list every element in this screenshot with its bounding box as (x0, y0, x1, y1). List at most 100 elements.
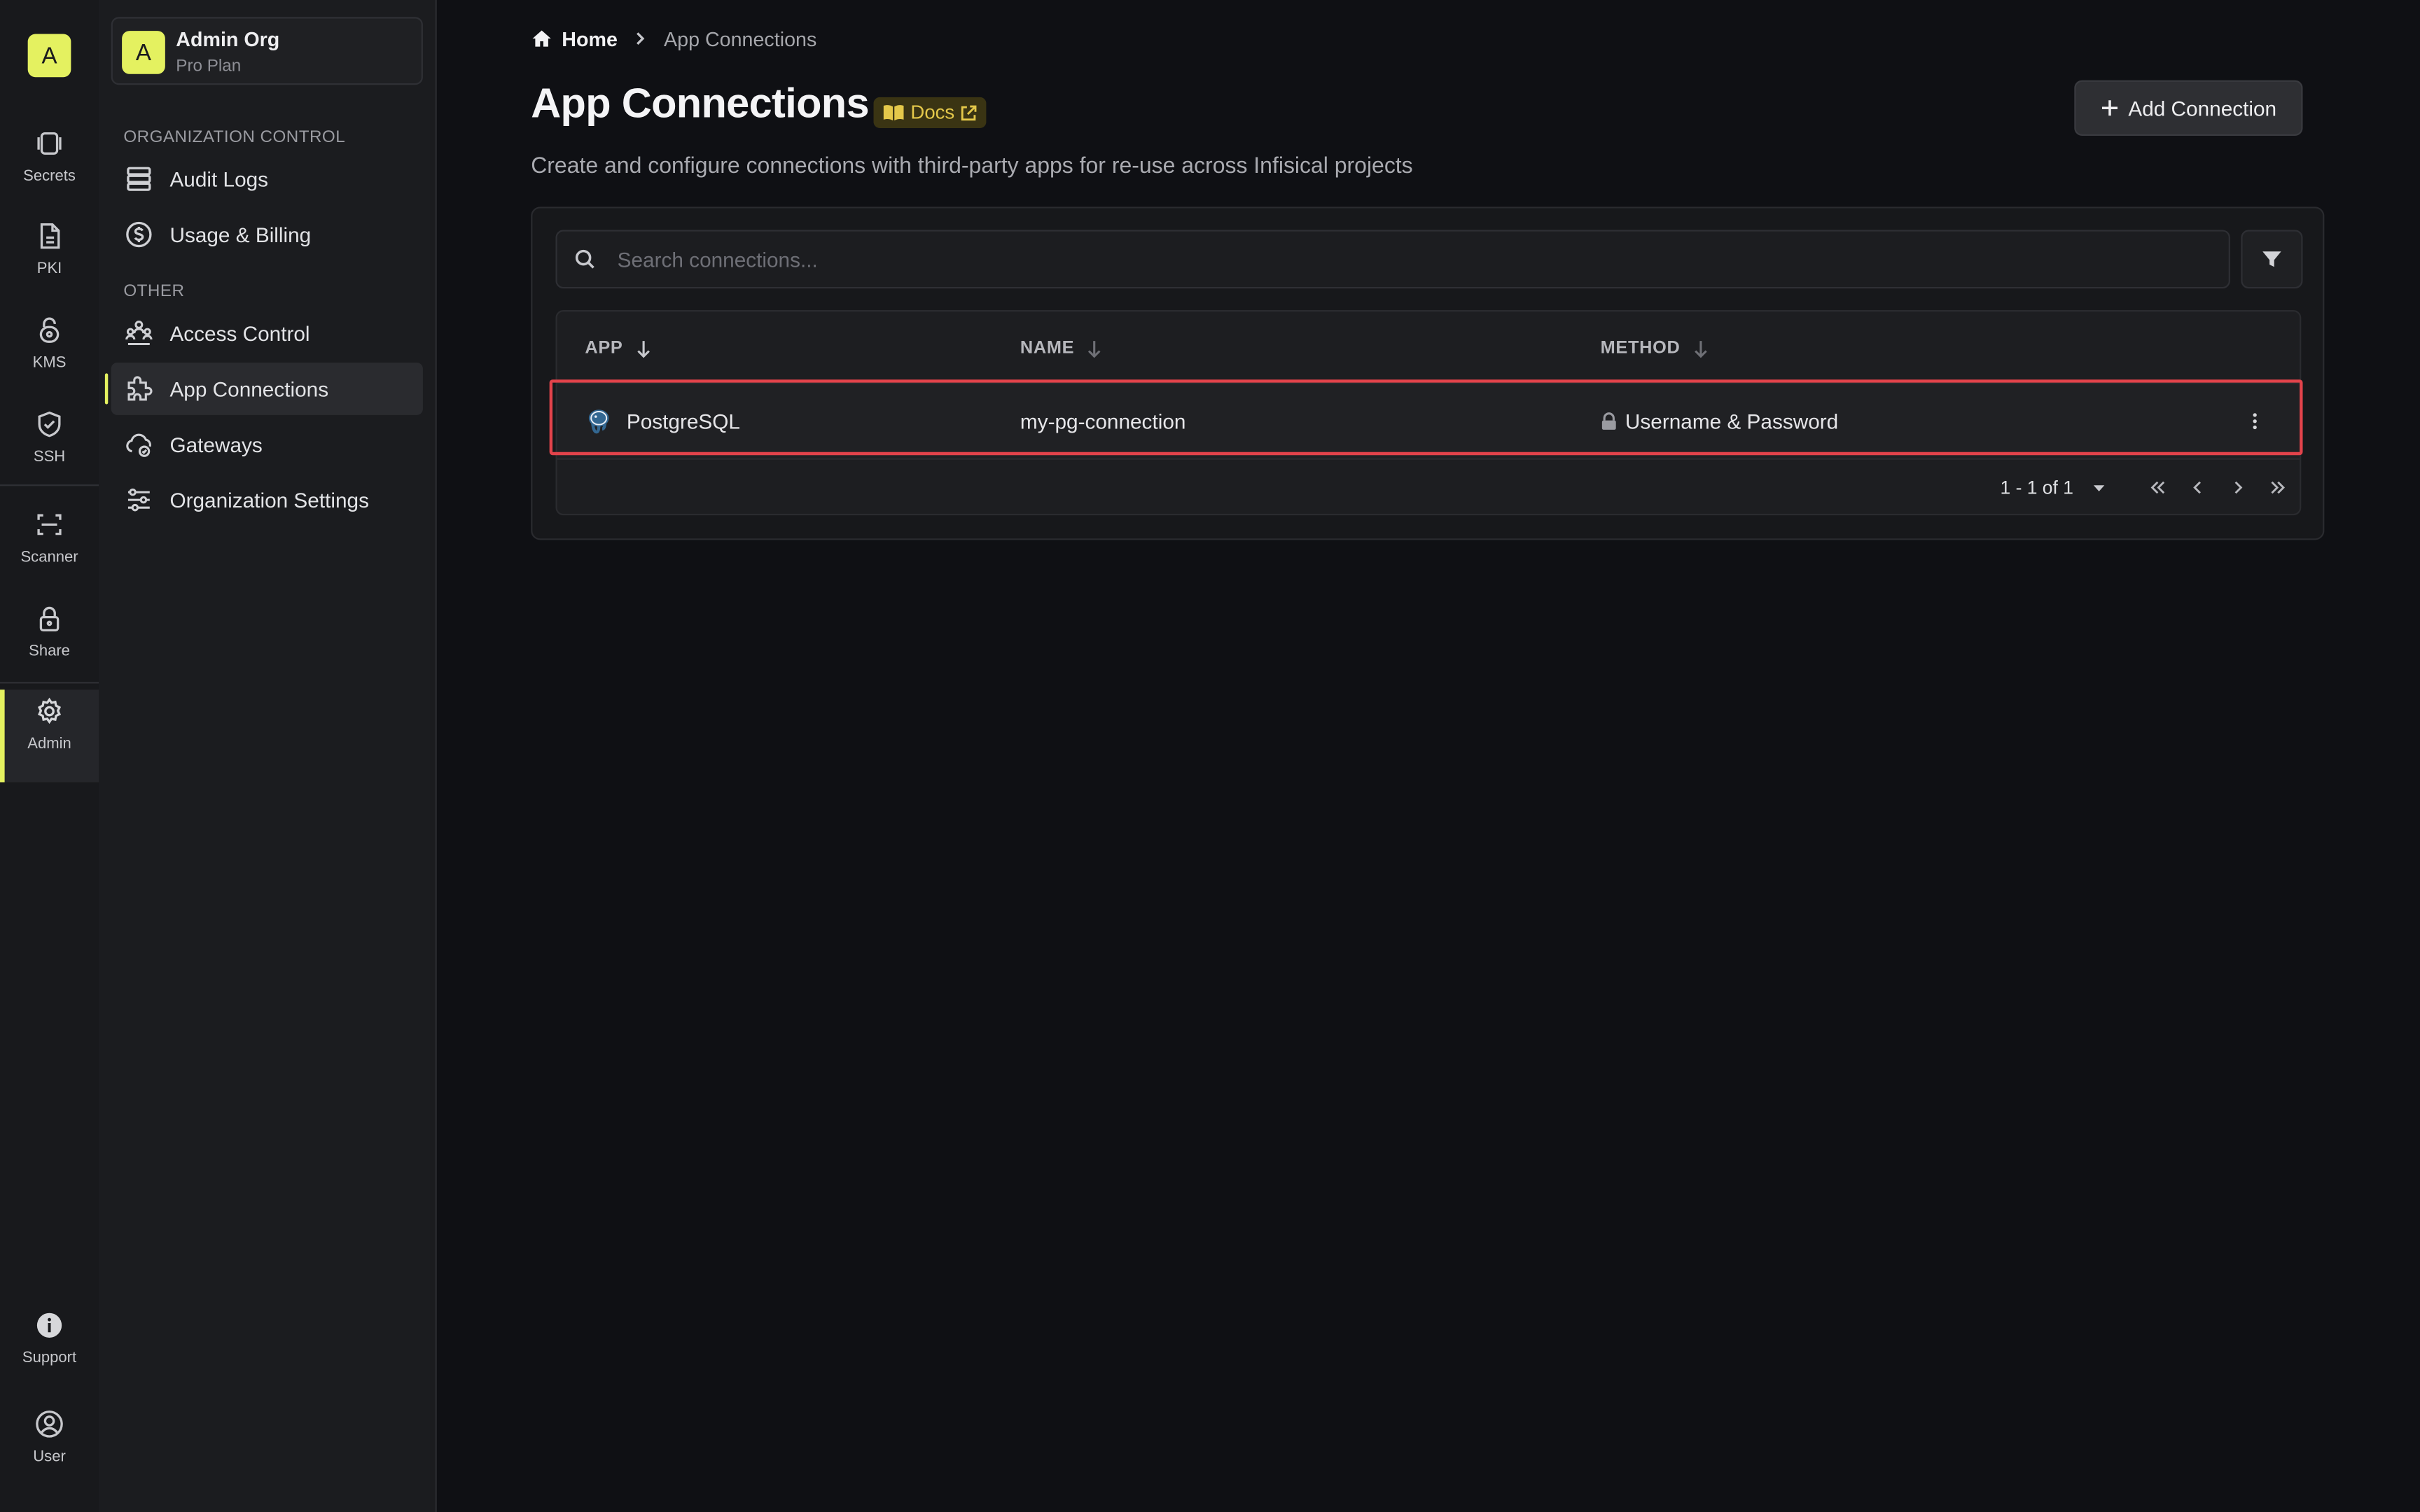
sidebar-item-organization-settings[interactable]: Organization Settings (111, 474, 423, 526)
rail-item-kms[interactable]: KMS (0, 309, 99, 401)
sidebar-label: Gateways (169, 433, 263, 456)
chevron-right-icon (633, 31, 648, 46)
column-header-method[interactable]: METHOD (1601, 340, 1708, 358)
rail-item-user[interactable]: User (0, 1403, 99, 1495)
cell-name: my-pg-connection (1020, 410, 1186, 433)
search-input[interactable] (614, 246, 2164, 273)
org-avatar: A (122, 31, 165, 74)
rail-item-share[interactable]: Share (0, 597, 99, 690)
sidebar-item-app-connections[interactable]: App Connections (104, 362, 423, 415)
sidebar-item-audit-logs[interactable]: Audit Logs (111, 153, 423, 205)
external-link-icon (961, 104, 978, 120)
sidebar-item-gateways[interactable]: Gateways (111, 418, 423, 470)
section-other: OTHER (123, 282, 185, 301)
secrets-icon (37, 132, 62, 155)
rail-item-support[interactable]: Support (0, 1303, 99, 1396)
connections-panel: APP NAME METHOD Postg (531, 206, 2325, 540)
rail-item-ssh[interactable]: SSH (0, 402, 99, 495)
scanner-icon (37, 514, 62, 536)
first-page-button[interactable] (2139, 472, 2178, 503)
cell-method: Username & Password (1601, 384, 1839, 458)
pki-icon (40, 223, 60, 249)
add-connection-button[interactable]: Add Connection (2074, 80, 2303, 136)
rail-item-secrets[interactable]: Secrets (0, 122, 99, 214)
sidebar-label: App Connections (169, 377, 329, 400)
sidebar-item-access-control[interactable]: Access Control (111, 307, 423, 360)
chevrons-right-icon (2272, 481, 2286, 494)
search-icon (575, 249, 594, 269)
share-icon (39, 606, 60, 632)
info-icon (36, 1312, 62, 1338)
user-circle-icon (36, 1410, 63, 1438)
table-row[interactable]: PostgreSQL my-pg-connection Username & P… (557, 382, 2300, 460)
previous-page-button[interactable] (2178, 472, 2218, 503)
sidebar-label: Audit Logs (169, 167, 269, 191)
rail-item-pki[interactable]: PKI (0, 214, 99, 307)
docs-label: Docs (910, 102, 955, 124)
postgresql-icon (588, 410, 609, 434)
plus-icon (2101, 100, 2118, 116)
caret-down-icon (2094, 485, 2106, 492)
org-switcher[interactable]: A Admin Org Pro Plan (111, 17, 423, 85)
column-header-name[interactable]: NAME (1020, 340, 1102, 358)
cell-app: PostgreSQL (585, 384, 740, 458)
rail-label-scanner: Scanner (20, 549, 78, 566)
column-header-label: APP (585, 339, 623, 358)
sidebar-label: Organization Settings (169, 488, 369, 512)
rail-label-secrets: Secrets (23, 168, 76, 186)
audit-logs-icon (127, 167, 151, 191)
arrow-down-icon (1694, 341, 1706, 358)
puzzle-icon (127, 376, 153, 401)
chevrons-left-icon (2151, 481, 2165, 494)
rail-label-kms: KMS (32, 354, 67, 372)
breadcrumb-home[interactable]: Home (531, 27, 618, 50)
kms-icon (39, 317, 60, 343)
rail-label-admin: Admin (27, 736, 71, 753)
column-header-label: METHOD (1600, 339, 1681, 358)
next-page-button[interactable] (2218, 472, 2258, 503)
rail-item-admin[interactable]: Admin (0, 690, 99, 783)
book-icon (883, 105, 904, 121)
access-control-icon (125, 321, 153, 346)
icon-rail: A Secrets PKI KMS SSH Scanner Share Admi… (0, 0, 101, 1512)
org-logo[interactable]: A (27, 34, 71, 78)
pagination: 1 - 1 of 1 (2001, 472, 2299, 503)
org-name: Admin Org (176, 27, 280, 51)
lock-icon (1601, 412, 1616, 430)
rail-label-ssh: SSH (33, 449, 66, 466)
rail-label-pki: PKI (36, 260, 62, 278)
filter-button[interactable] (2241, 230, 2303, 289)
filter-icon (2262, 251, 2281, 267)
rail-label-share: Share (29, 643, 70, 661)
chevron-right-icon (2235, 481, 2244, 494)
page-size-select[interactable]: 1 - 1 of 1 (2001, 477, 2108, 498)
org-plan: Pro Plan (176, 57, 242, 76)
breadcrumb-home-label: Home (562, 27, 618, 50)
sliders-icon (127, 488, 150, 512)
home-icon (532, 30, 551, 47)
app-name: PostgreSQL (626, 410, 740, 433)
connections-table: APP NAME METHOD PostgreSQL my-pg-connect… (555, 310, 2302, 516)
arrow-down-icon (1088, 341, 1101, 358)
breadcrumb: Home App Connections (531, 23, 816, 54)
ssh-icon (38, 411, 61, 438)
admin-sidebar: A Admin Org Pro Plan ORGANIZATION CONTRO… (99, 0, 437, 1512)
pagination-range: 1 - 1 of 1 (2000, 477, 2073, 498)
sidebar-label: Access Control (169, 321, 310, 345)
gear-icon (38, 697, 62, 724)
rail-item-scanner[interactable]: Scanner (0, 503, 99, 596)
column-header-app[interactable]: APP (585, 340, 651, 358)
arrow-down-icon (637, 341, 649, 358)
docs-link[interactable]: Docs (873, 97, 987, 128)
row-actions-button[interactable] (2239, 406, 2270, 437)
sidebar-item-usage-billing[interactable]: Usage & Billing (111, 209, 423, 261)
search-box (555, 230, 2230, 289)
rail-divider (0, 484, 99, 486)
section-organization-control: ORGANIZATION CONTROL (123, 127, 346, 147)
rail-label-user: User (33, 1448, 66, 1466)
breadcrumb-current: App Connections (664, 27, 817, 50)
method-label: Username & Password (1625, 410, 1839, 433)
column-header-label: NAME (1020, 339, 1075, 358)
more-vertical-icon (2253, 413, 2257, 430)
last-page-button[interactable] (2258, 472, 2298, 503)
